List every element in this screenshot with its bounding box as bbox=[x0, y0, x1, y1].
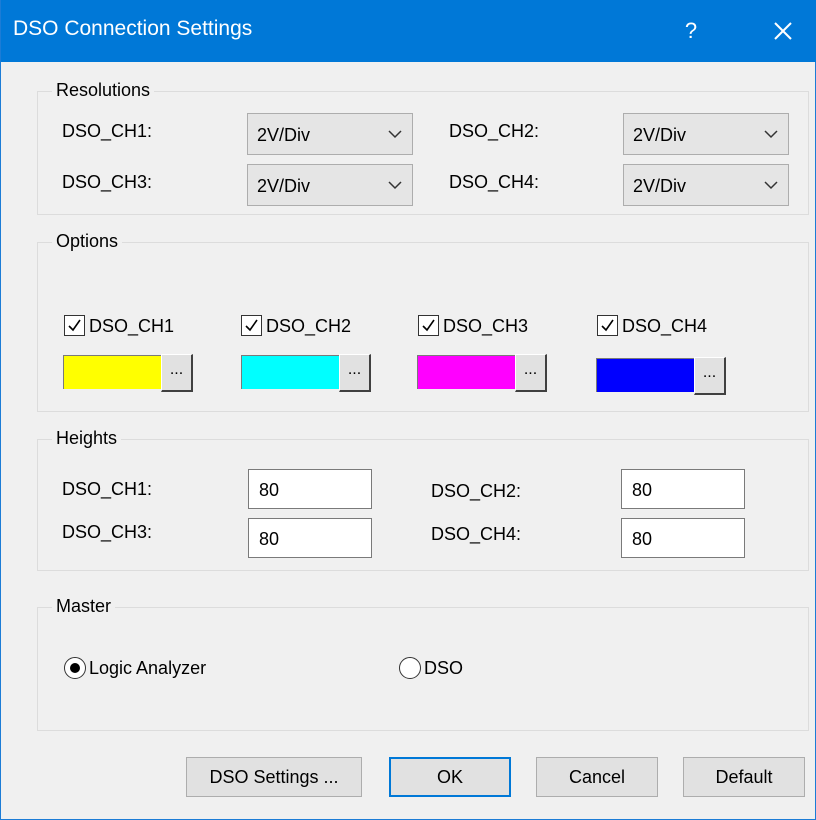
dso-radio[interactable] bbox=[399, 657, 421, 679]
resolution-ch3-select[interactable]: 2V/Div bbox=[247, 164, 413, 206]
height-ch1-input[interactable]: 80 bbox=[248, 469, 372, 509]
chevron-down-icon bbox=[388, 130, 402, 139]
close-button[interactable] bbox=[757, 8, 809, 54]
logic-analyzer-radio[interactable] bbox=[64, 657, 86, 679]
ch1-option-label[interactable]: DSO_CH1 bbox=[89, 316, 174, 337]
master-legend: Master bbox=[52, 596, 116, 617]
ch4-option-label[interactable]: DSO_CH4 bbox=[622, 316, 707, 337]
height-ch4-input[interactable]: 80 bbox=[621, 518, 745, 558]
resolution-ch2-label: DSO_CH2: bbox=[449, 121, 540, 141]
ch1-checkbox[interactable] bbox=[64, 315, 85, 336]
title-bar[interactable]: DSO Connection Settings ? bbox=[1, 0, 816, 62]
dso-settings-button[interactable]: DSO Settings ... bbox=[186, 757, 362, 797]
height-ch3-input[interactable]: 80 bbox=[248, 518, 372, 558]
checkmark-icon bbox=[601, 319, 614, 332]
options-legend: Options bbox=[52, 231, 123, 252]
chevron-down-icon bbox=[388, 181, 402, 190]
ch3-color-picker-button[interactable]: ... bbox=[515, 354, 547, 392]
logic-analyzer-radio-label[interactable]: Logic Analyzer bbox=[89, 658, 206, 679]
cancel-button[interactable]: Cancel bbox=[536, 757, 658, 797]
ch4-color-swatch bbox=[596, 358, 694, 392]
resolution-ch2-select[interactable]: 2V/Div bbox=[623, 113, 789, 155]
height-ch3-label: DSO_CH3: bbox=[62, 522, 153, 542]
chevron-down-icon bbox=[764, 181, 778, 190]
resolutions-legend: Resolutions bbox=[52, 80, 155, 101]
ok-button[interactable]: OK bbox=[389, 757, 511, 797]
height-ch1-label: DSO_CH1: bbox=[62, 479, 153, 499]
resolution-ch3-label: DSO_CH3: bbox=[62, 172, 153, 192]
resolution-ch3-value: 2V/Div bbox=[257, 176, 311, 196]
chevron-down-icon bbox=[764, 130, 778, 139]
close-icon bbox=[774, 22, 792, 40]
height-ch2-label: DSO_CH2: bbox=[431, 481, 522, 501]
ch2-checkbox[interactable] bbox=[241, 315, 262, 336]
ch2-option-label[interactable]: DSO_CH2 bbox=[266, 316, 351, 337]
window-title: DSO Connection Settings bbox=[13, 17, 253, 40]
dso-radio-label[interactable]: DSO bbox=[424, 658, 463, 679]
ch3-option-label[interactable]: DSO_CH3 bbox=[443, 316, 528, 337]
checkmark-icon bbox=[245, 319, 258, 332]
default-button[interactable]: Default bbox=[683, 757, 805, 797]
height-ch4-label: DSO_CH4: bbox=[431, 524, 522, 544]
ch2-color-picker-button[interactable]: ... bbox=[339, 354, 371, 392]
dialog-window: DSO Connection Settings ? Resolutions DS… bbox=[0, 0, 816, 820]
checkmark-icon bbox=[422, 319, 435, 332]
radio-selected-dot bbox=[70, 663, 80, 673]
help-button[interactable]: ? bbox=[669, 8, 713, 54]
ch1-color-swatch bbox=[63, 355, 161, 389]
resolution-ch4-value: 2V/Div bbox=[633, 176, 687, 196]
resolution-ch1-value: 2V/Div bbox=[257, 125, 311, 145]
checkmark-icon bbox=[68, 319, 81, 332]
resolution-ch1-label: DSO_CH1: bbox=[62, 121, 153, 141]
ch4-checkbox[interactable] bbox=[597, 315, 618, 336]
ch1-color-picker-button[interactable]: ... bbox=[161, 354, 193, 392]
resolution-ch2-value: 2V/Div bbox=[633, 125, 687, 145]
resolution-ch4-label: DSO_CH4: bbox=[449, 172, 540, 192]
resolution-ch1-select[interactable]: 2V/Div bbox=[247, 113, 413, 155]
ch2-color-swatch bbox=[241, 355, 339, 389]
ch4-color-picker-button[interactable]: ... bbox=[694, 357, 726, 395]
ch3-checkbox[interactable] bbox=[418, 315, 439, 336]
resolution-ch4-select[interactable]: 2V/Div bbox=[623, 164, 789, 206]
ch3-color-swatch bbox=[417, 355, 515, 389]
heights-legend: Heights bbox=[52, 428, 122, 449]
height-ch2-input[interactable]: 80 bbox=[621, 469, 745, 509]
